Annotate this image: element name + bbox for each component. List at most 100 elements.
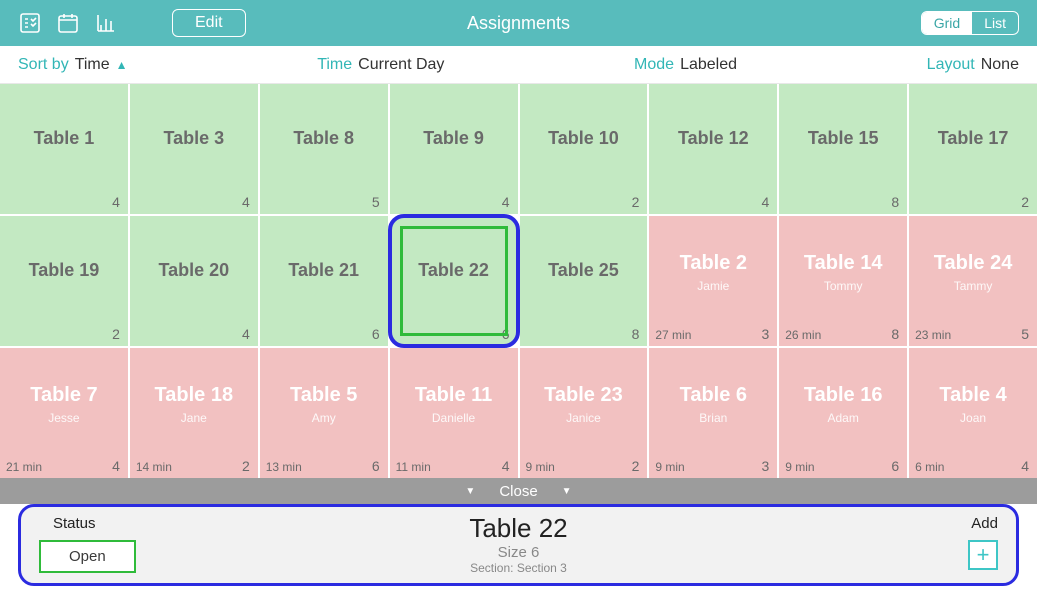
server-name: Jane [181,411,207,425]
server-name: Amy [312,411,336,425]
calendar-icon[interactable] [56,11,80,35]
table-cell[interactable]: Table 24Tammy23 min5 [909,216,1037,346]
table-name: Table 4 [939,384,1006,407]
view-list-button[interactable]: List [972,12,1018,34]
table-size: 4 [242,194,250,210]
table-name: Table 12 [678,128,749,149]
elapsed-time: 9 min [785,460,814,474]
table-size: 4 [112,194,120,210]
elapsed-time: 6 min [915,460,944,474]
table-size: 8 [891,194,899,210]
table-name: Table 25 [548,260,619,281]
table-cell[interactable]: Table 216 [260,216,388,346]
table-cell[interactable]: Table 5Amy13 min6 [260,348,388,478]
table-size: 4 [502,194,510,210]
table-cell[interactable]: Table 226 [390,216,518,346]
server-name: Tommy [824,279,863,293]
table-cell[interactable]: Table 192 [0,216,128,346]
filter-bar: Sort by Time ▲ Time Current Day Mode Lab… [0,46,1037,84]
sort-value: Time [75,56,110,74]
server-name: Danielle [432,411,475,425]
table-name: Table 5 [290,384,357,407]
table-name: Table 20 [158,260,229,281]
chevron-down-icon: ▼ [562,486,572,497]
table-cell[interactable]: Table 20 4 [130,216,258,346]
time-value: Current Day [358,56,444,74]
table-cell[interactable]: Table 9 4 [390,84,518,214]
table-cell[interactable]: Table 6Brian9 min3 [649,348,777,478]
table-cell[interactable]: Table 258 [520,216,648,346]
plus-icon: + [977,542,990,568]
table-name: Table 7 [30,384,97,407]
table-name: Table 3 [163,128,224,149]
table-cell[interactable]: Table 4Joan6 min4 [909,348,1037,478]
mode-label: Mode [634,56,674,74]
table-cell[interactable]: Table 11Danielle11 min4 [390,348,518,478]
sort-label: Sort by [18,56,69,74]
table-cell[interactable]: Table 7 Jesse 21 min 4 [0,348,128,478]
elapsed-time: 9 min [655,460,684,474]
view-grid-button[interactable]: Grid [922,12,972,34]
table-cell[interactable]: Table 3 4 [130,84,258,214]
table-size: 4 [242,326,250,342]
table-name: Table 2 [680,252,747,275]
time-control[interactable]: Time Current Day [317,56,444,74]
table-name: Table 18 [155,384,234,407]
table-size: 3 [761,458,769,474]
table-size: 2 [1021,194,1029,210]
table-cell[interactable]: Table 8 5 [260,84,388,214]
server-name: Adam [828,411,859,425]
table-name: Table 19 [29,260,100,281]
sort-control[interactable]: Sort by Time ▲ [18,56,128,74]
table-cell[interactable]: Table 16Adam9 min6 [779,348,907,478]
table-size: 2 [242,458,250,474]
table-cell[interactable]: Table 18Jane14 min2 [130,348,258,478]
edit-button[interactable]: Edit [172,9,246,37]
mode-control[interactable]: Mode Labeled [634,56,737,74]
table-name: Table 11 [415,384,492,407]
server-name: Jesse [48,411,79,425]
table-name: Table 17 [938,128,1009,149]
elapsed-time: 9 min [526,460,555,474]
table-cell[interactable]: Table 17 2 [909,84,1037,214]
table-name: Table 8 [293,128,354,149]
barchart-icon[interactable] [94,11,118,35]
detail-size: Size 6 [21,544,1016,561]
detail-section: Section: Section 3 [21,561,1016,575]
table-name: Table 21 [288,260,359,281]
table-size: 3 [761,326,769,342]
time-label: Time [317,56,352,74]
table-cell[interactable]: Table 23Janice9 min2 [520,348,648,478]
layout-value: None [981,56,1019,74]
table-name: Table 14 [804,252,883,275]
table-size: 4 [761,194,769,210]
table-size: 4 [112,458,120,474]
mode-value: Labeled [680,56,737,74]
table-cell[interactable]: Table 2Jamie27 min3 [649,216,777,346]
elapsed-time: 21 min [6,460,42,474]
close-detail-button[interactable]: ▼ Close ▼ [0,478,1037,504]
table-name: Table 10 [548,128,619,149]
checklist-icon[interactable] [18,11,42,35]
server-name: Brian [699,411,727,425]
table-size: 2 [632,194,640,210]
elapsed-time: 26 min [785,328,821,342]
table-size: 5 [372,194,380,210]
table-name: Table 9 [423,128,484,149]
table-size: 6 [891,458,899,474]
status-badge[interactable]: Open [39,540,136,573]
table-cell[interactable]: Table 1 4 [0,84,128,214]
table-size: 4 [1021,458,1029,474]
table-size: 5 [1021,326,1029,342]
table-name: Table 1 [34,128,95,149]
table-cell[interactable]: Table 14Tommy26 min8 [779,216,907,346]
table-cell[interactable]: Table 10 2 [520,84,648,214]
layout-control[interactable]: Layout None [927,56,1019,74]
table-name: Table 23 [544,384,623,407]
add-button[interactable]: + [968,540,998,570]
table-name: Table 15 [808,128,879,149]
close-label: Close [499,483,537,500]
table-cell[interactable]: Table 15 8 [779,84,907,214]
table-cell[interactable]: Table 12 4 [649,84,777,214]
table-size: 2 [632,458,640,474]
